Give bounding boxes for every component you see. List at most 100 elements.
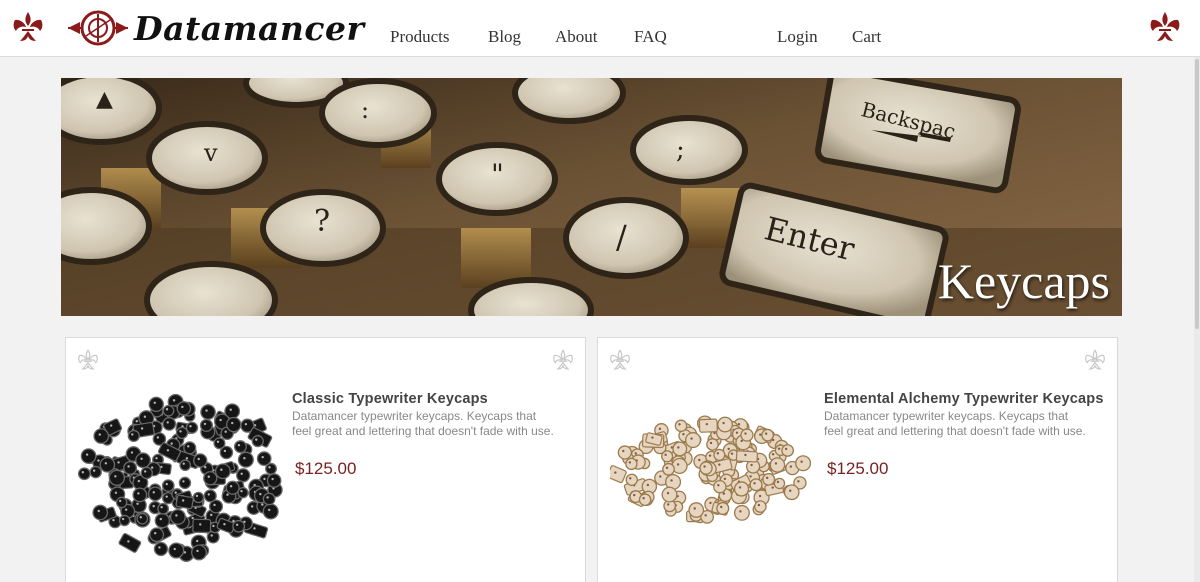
nav-login[interactable]: Login [777,27,818,47]
fleur-de-lis-icon [13,12,43,41]
keycap-mark [192,491,205,504]
keycap-mark [713,448,726,461]
keycap-mark [266,473,282,488]
keycap-mark [706,438,719,451]
keycap-mark [199,418,214,432]
nav-about[interactable]: About [555,27,598,47]
keycap-mark [78,467,91,481]
keycap-mark [115,496,128,509]
keycap-mark [262,492,276,506]
keycap-mark [232,519,246,533]
keycap-mark [89,465,102,479]
keycap-mark [698,418,718,433]
product-card[interactable]: Elemental Alchemy Typewriter Keycaps Dat… [597,337,1118,582]
keycap-mark [80,448,97,464]
keycap-mark [136,512,149,525]
product-description: Datamancer typewriter keycaps. Keycaps t… [824,409,1086,438]
keycap-mark [213,437,226,450]
site-logo[interactable]: Datamancer [66,6,364,50]
keycap-mark [672,441,688,457]
svg-text::: : [361,96,369,124]
keycap-mark [203,471,218,486]
hero-title: Keycaps [937,253,1110,309]
page-scrollbar[interactable] [1194,57,1200,582]
keycap-mark [769,457,786,473]
keycap-mark [226,416,242,433]
keycap-mark [617,445,632,460]
keycap-mark [783,484,800,501]
keycap-mark [157,502,170,515]
keycap-mark [203,489,217,503]
svg-text:?: ? [314,204,330,239]
keycap-mark [93,428,110,444]
keycap-mark [169,508,186,525]
keycap-mark [237,451,254,468]
nav-blog[interactable]: Blog [488,27,521,47]
keycap-mark [147,486,163,502]
keycap-mark [661,450,674,463]
keycap-mark [178,476,192,490]
keycap-mark [773,477,786,490]
keycap-mark [733,481,750,497]
product-title[interactable]: Elemental Alchemy Typewriter Keycaps [824,390,1103,408]
keycap-mark [168,542,185,559]
svg-text:;: ; [676,135,685,165]
keycap-mark [610,465,627,484]
product-card[interactable]: Classic Typewriter Keycaps Datamancer ty… [65,337,586,582]
keycap-mark [123,461,138,475]
keycap-mark [192,518,212,534]
brass-keycaps-image[interactable] [610,390,820,570]
keycap-mark [699,461,713,475]
keycap-mark [191,544,207,561]
product-title[interactable]: Classic Typewriter Keycaps [292,390,554,408]
keycap-mark [200,404,216,420]
fleur-de-lis-icon [1150,12,1180,41]
keycap-mark [674,419,688,433]
keycap-mark [262,503,279,520]
keycap-mark [193,453,208,468]
fleur-de-lis-icon [1085,349,1105,370]
product-price: $125.00 [295,459,357,478]
keycap-mark [148,396,164,412]
keycap-mark [154,512,171,529]
keycap-mark [795,455,812,472]
keycap-mark [140,466,153,480]
keycap-mark [754,500,767,513]
keycap-mark [781,444,795,457]
svg-text:▲: ▲ [96,87,113,112]
keycap-mark [118,532,142,553]
keycap-mark [688,502,705,518]
keycap-mark [625,457,638,471]
keycap-mark [661,486,678,503]
product-info: Elemental Alchemy Typewriter Keycaps Dat… [824,390,1103,479]
keycap-mark [236,468,251,483]
nav-faq[interactable]: FAQ [634,27,667,47]
keycap-mark [251,435,264,448]
keycap-mark [162,404,175,417]
keycap-mark [153,541,169,557]
product-price: $125.00 [827,459,889,478]
keycap-mark [265,462,277,475]
site-header: Datamancer Products Blog About FAQ Login… [0,0,1200,57]
scrollbar-thumb[interactable] [1195,59,1199,329]
fleur-de-lis-icon [610,349,630,370]
alchemy-seal-icon [68,10,128,46]
keycap-mark [762,472,776,486]
keycap-mark [108,469,126,486]
svg-text:v: v [203,139,218,167]
black-keycaps-image[interactable] [78,390,288,570]
keycap-mark [761,428,774,442]
keycap-mark [225,480,240,495]
svg-text:": " [491,158,504,191]
keycap-mark [92,504,109,521]
keycap-mark [127,429,140,443]
fleur-de-lis-icon [78,349,98,370]
keycap-mark [175,494,194,510]
keycap-mark [685,432,702,449]
fleur-de-lis-icon [553,349,573,370]
keycap-mark [185,421,199,434]
keycap-mark [717,416,734,433]
nav-cart[interactable]: Cart [852,27,881,47]
nav-products[interactable]: Products [390,27,450,47]
keycap-mark [214,463,231,480]
